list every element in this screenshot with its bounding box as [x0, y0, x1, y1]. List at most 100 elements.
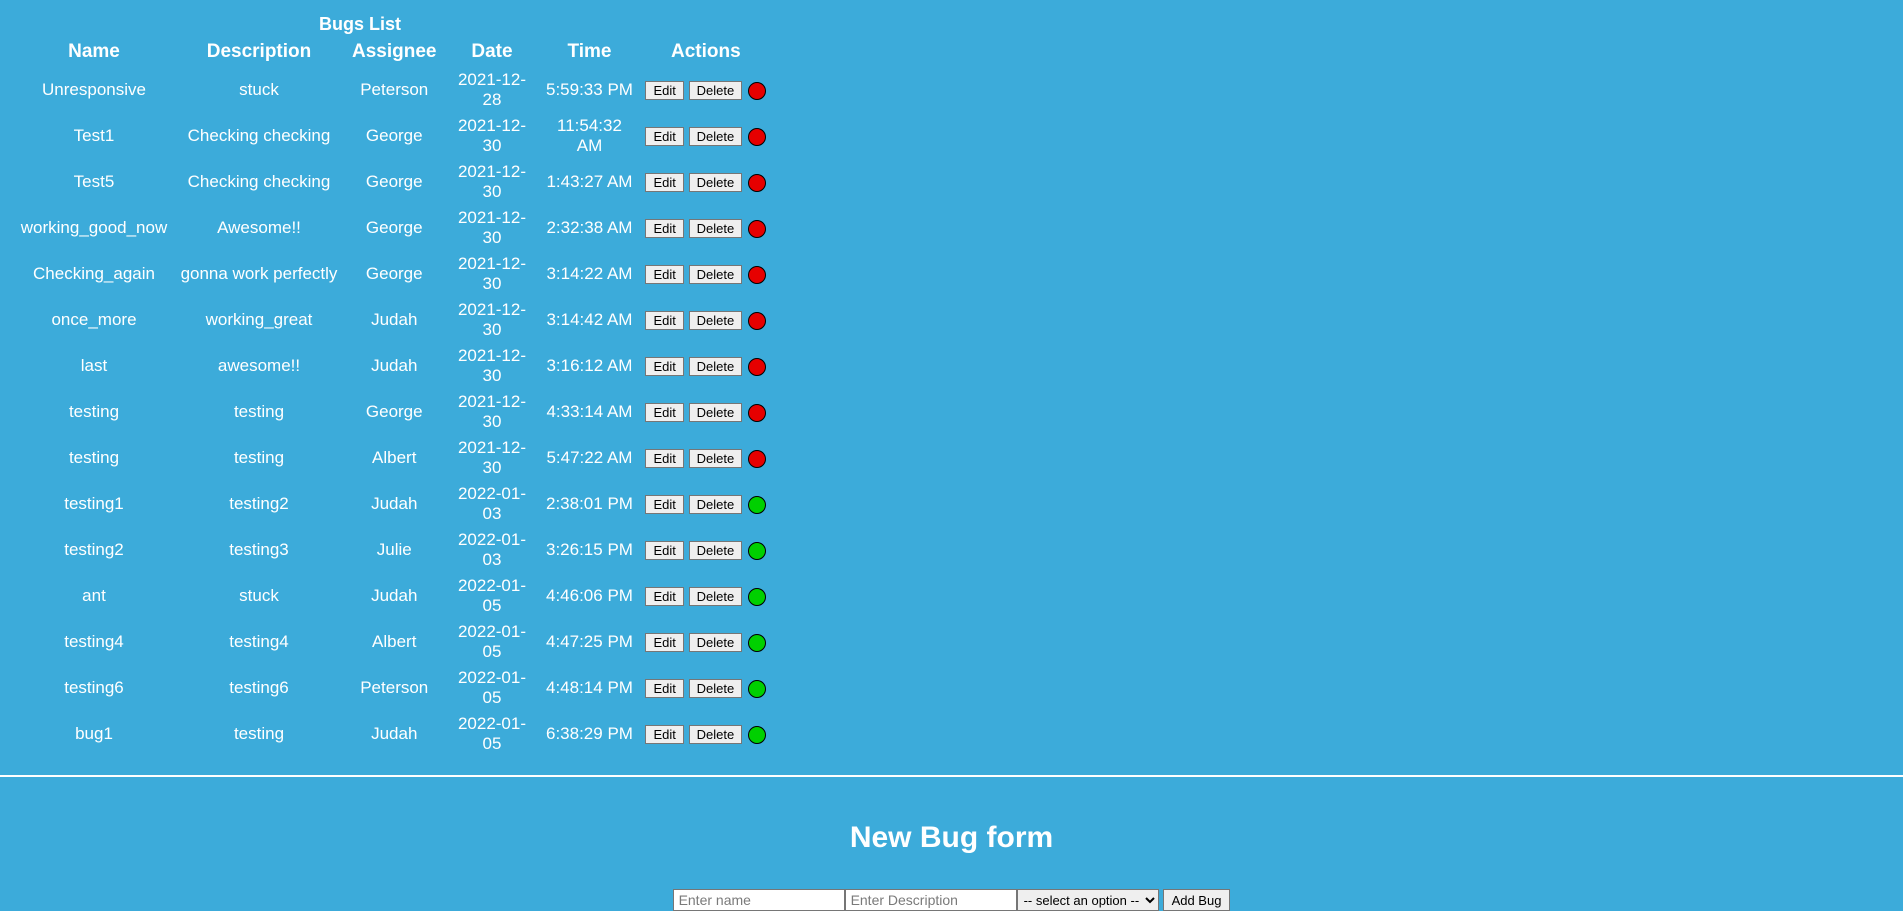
cell-date: 2022-01-05 [444, 573, 539, 619]
delete-button[interactable]: Delete [689, 265, 743, 284]
edit-button[interactable]: Edit [645, 219, 683, 238]
status-indicator-icon [748, 726, 766, 744]
table-row: testing1testing2Judah2022-01-032:38:01 P… [14, 481, 772, 527]
status-indicator-icon [748, 496, 766, 514]
edit-button[interactable]: Edit [645, 633, 683, 652]
cell-name: testing [14, 435, 174, 481]
table-row: UnresponsivestuckPeterson2021-12-285:59:… [14, 67, 772, 113]
edit-button[interactable]: Edit [645, 127, 683, 146]
cell-description: testing [174, 711, 344, 757]
edit-button[interactable]: Edit [645, 495, 683, 514]
cell-name: testing6 [14, 665, 174, 711]
edit-button[interactable]: Edit [645, 81, 683, 100]
delete-button[interactable]: Delete [689, 81, 743, 100]
cell-name: testing1 [14, 481, 174, 527]
add-bug-button[interactable]: Add Bug [1163, 889, 1231, 911]
cell-name: testing4 [14, 619, 174, 665]
cell-assignee: Julie [344, 527, 444, 573]
status-indicator-icon [748, 220, 766, 238]
delete-button[interactable]: Delete [689, 541, 743, 560]
cell-actions: Edit Delete [639, 527, 772, 573]
delete-button[interactable]: Delete [689, 357, 743, 376]
table-row: antstuckJudah2022-01-054:46:06 PMEdit De… [14, 573, 772, 619]
delete-button[interactable]: Delete [689, 173, 743, 192]
cell-date: 2022-01-03 [444, 481, 539, 527]
status-indicator-icon [748, 634, 766, 652]
cell-actions: Edit Delete [639, 435, 772, 481]
cell-date: 2022-01-05 [444, 665, 539, 711]
edit-button[interactable]: Edit [645, 403, 683, 422]
form-title: New Bug form [0, 821, 1903, 855]
edit-button[interactable]: Edit [645, 587, 683, 606]
cell-description: testing2 [174, 481, 344, 527]
cell-description: Checking checking [174, 113, 344, 159]
cell-assignee: Judah [344, 343, 444, 389]
cell-actions: Edit Delete [639, 159, 772, 205]
delete-button[interactable]: Delete [689, 587, 743, 606]
cell-time: 11:54:32 AM [539, 113, 639, 159]
delete-button[interactable]: Delete [689, 633, 743, 652]
edit-button[interactable]: Edit [645, 725, 683, 744]
cell-time: 2:32:38 AM [539, 205, 639, 251]
edit-button[interactable]: Edit [645, 173, 683, 192]
cell-time: 5:59:33 PM [539, 67, 639, 113]
description-input[interactable] [845, 889, 1017, 911]
edit-button[interactable]: Edit [645, 541, 683, 560]
delete-button[interactable]: Delete [689, 449, 743, 468]
edit-button[interactable]: Edit [645, 311, 683, 330]
cell-description: testing3 [174, 527, 344, 573]
cell-assignee: Judah [344, 711, 444, 757]
assignee-select[interactable]: -- select an option -- [1017, 889, 1159, 911]
cell-description: testing [174, 389, 344, 435]
delete-button[interactable]: Delete [689, 679, 743, 698]
cell-time: 3:14:22 AM [539, 251, 639, 297]
table-row: bug1testingJudah2022-01-056:38:29 PMEdit… [14, 711, 772, 757]
edit-button[interactable]: Edit [645, 449, 683, 468]
edit-button[interactable]: Edit [645, 679, 683, 698]
cell-time: 3:14:42 AM [539, 297, 639, 343]
cell-date: 2021-12-30 [444, 389, 539, 435]
bugs-table: Name Description Assignee Date Time Acti… [14, 37, 772, 757]
cell-date: 2021-12-30 [444, 251, 539, 297]
delete-button[interactable]: Delete [689, 725, 743, 744]
cell-actions: Edit Delete [639, 481, 772, 527]
cell-actions: Edit Delete [639, 113, 772, 159]
table-row: lastawesome!!Judah2021-12-303:16:12 AMEd… [14, 343, 772, 389]
cell-name: ant [14, 573, 174, 619]
table-row: Test1Checking checkingGeorge2021-12-3011… [14, 113, 772, 159]
status-indicator-icon [748, 680, 766, 698]
cell-time: 2:38:01 PM [539, 481, 639, 527]
edit-button[interactable]: Edit [645, 265, 683, 284]
status-indicator-icon [748, 542, 766, 560]
table-row: testingtestingGeorge2021-12-304:33:14 AM… [14, 389, 772, 435]
header-name: Name [14, 37, 174, 67]
cell-assignee: Peterson [344, 665, 444, 711]
status-indicator-icon [748, 82, 766, 100]
delete-button[interactable]: Delete [689, 219, 743, 238]
cell-description: stuck [174, 67, 344, 113]
cell-name: Test1 [14, 113, 174, 159]
table-row: Test5Checking checkingGeorge2021-12-301:… [14, 159, 772, 205]
cell-time: 3:16:12 AM [539, 343, 639, 389]
status-indicator-icon [748, 312, 766, 330]
cell-name: Test5 [14, 159, 174, 205]
status-indicator-icon [748, 404, 766, 422]
delete-button[interactable]: Delete [689, 127, 743, 146]
cell-assignee: George [344, 205, 444, 251]
cell-assignee: George [344, 113, 444, 159]
delete-button[interactable]: Delete [689, 403, 743, 422]
table-row: Checking_againgonna work perfectlyGeorge… [14, 251, 772, 297]
cell-assignee: George [344, 159, 444, 205]
delete-button[interactable]: Delete [689, 311, 743, 330]
cell-assignee: Judah [344, 481, 444, 527]
cell-date: 2022-01-03 [444, 527, 539, 573]
table-row: working_good_nowAwesome!!George2021-12-3… [14, 205, 772, 251]
name-input[interactable] [673, 889, 845, 911]
cell-actions: Edit Delete [639, 343, 772, 389]
cell-assignee: George [344, 389, 444, 435]
cell-name: Checking_again [14, 251, 174, 297]
cell-time: 5:47:22 AM [539, 435, 639, 481]
delete-button[interactable]: Delete [689, 495, 743, 514]
edit-button[interactable]: Edit [645, 357, 683, 376]
cell-actions: Edit Delete [639, 251, 772, 297]
